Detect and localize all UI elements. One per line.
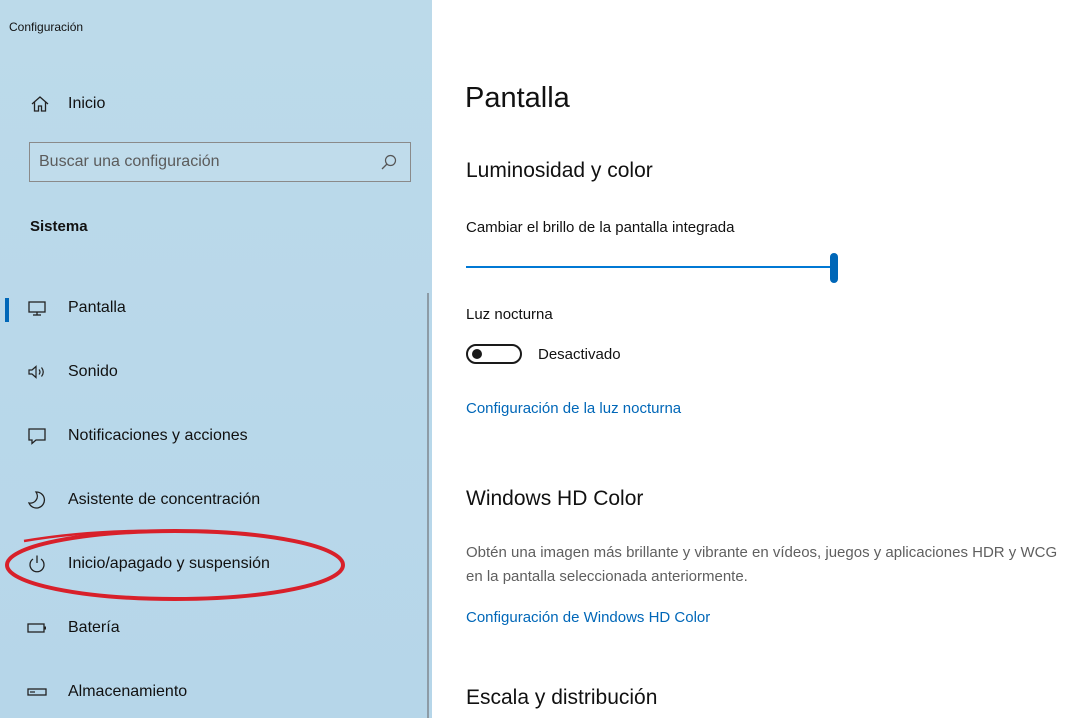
section-header-hd-color: Windows HD Color bbox=[466, 487, 644, 510]
main-content: Pantalla Luminosidad y color Cambiar el … bbox=[432, 0, 1067, 718]
search-input[interactable] bbox=[30, 143, 380, 181]
night-light-settings-link[interactable]: Configuración de la luz nocturna bbox=[466, 400, 681, 417]
monitor-icon bbox=[26, 297, 48, 319]
sidebar-item-display[interactable]: Pantalla bbox=[0, 276, 430, 340]
sidebar-item-label: Pantalla bbox=[68, 299, 126, 316]
night-light-label: Luz nocturna bbox=[466, 306, 553, 323]
home-label: Inicio bbox=[68, 95, 106, 112]
brightness-slider[interactable] bbox=[466, 253, 838, 283]
settings-window: Configuración Inicio Sistema bbox=[0, 0, 1067, 718]
hd-color-description: Obtén una imagen más brillante y vibrant… bbox=[466, 544, 1058, 585]
sidebar-item-label: Inicio/apagado y suspensión bbox=[68, 555, 270, 572]
sidebar-item-focus-assist[interactable]: Asistente de concentración bbox=[0, 468, 430, 532]
sidebar-item-home[interactable]: Inicio bbox=[30, 90, 105, 118]
sidebar-item-label: Almacenamiento bbox=[68, 683, 188, 700]
speaker-icon bbox=[26, 361, 48, 383]
sidebar-item-label: Notificaciones y acciones bbox=[68, 427, 248, 444]
search-field[interactable] bbox=[29, 142, 411, 182]
notification-icon bbox=[26, 425, 48, 447]
night-light-toggle[interactable] bbox=[466, 344, 522, 364]
section-header-brightness: Luminosidad y color bbox=[466, 159, 653, 182]
page-title: Pantalla bbox=[465, 82, 570, 114]
night-light-toggle-row: Desactivado bbox=[466, 342, 621, 366]
sidebar-nav: Pantalla Sonido Notificaciones y accione… bbox=[0, 276, 430, 718]
sidebar-scrollbar[interactable] bbox=[427, 293, 429, 718]
sidebar: Configuración Inicio Sistema bbox=[0, 0, 432, 718]
moon-icon bbox=[26, 489, 48, 511]
night-light-state: Desactivado bbox=[538, 345, 621, 363]
slider-track bbox=[466, 266, 834, 268]
sidebar-item-battery[interactable]: Batería bbox=[0, 596, 430, 660]
battery-icon bbox=[26, 617, 48, 639]
sidebar-item-label: Sonido bbox=[68, 363, 118, 380]
app-title: Configuración bbox=[9, 20, 84, 34]
power-icon bbox=[26, 553, 48, 575]
sidebar-item-sound[interactable]: Sonido bbox=[0, 340, 430, 404]
brightness-label: Cambiar el brillo de la pantalla integra… bbox=[466, 219, 735, 236]
slider-thumb[interactable] bbox=[830, 253, 838, 283]
hd-color-settings-link[interactable]: Configuración de Windows HD Color bbox=[466, 609, 710, 626]
sidebar-item-label: Asistente de concentración bbox=[68, 491, 261, 508]
sidebar-item-label: Batería bbox=[68, 619, 120, 636]
section-header-scale-layout: Escala y distribución bbox=[466, 686, 658, 709]
section-label-system: Sistema bbox=[30, 218, 88, 235]
sidebar-item-power-sleep[interactable]: Inicio/apagado y suspensión bbox=[0, 532, 430, 596]
toggle-knob bbox=[472, 349, 482, 359]
home-icon bbox=[30, 94, 50, 114]
search-icon[interactable] bbox=[380, 153, 398, 171]
sidebar-item-storage[interactable]: Almacenamiento bbox=[0, 660, 430, 718]
sidebar-item-notifications[interactable]: Notificaciones y acciones bbox=[0, 404, 430, 468]
storage-icon bbox=[26, 681, 48, 703]
